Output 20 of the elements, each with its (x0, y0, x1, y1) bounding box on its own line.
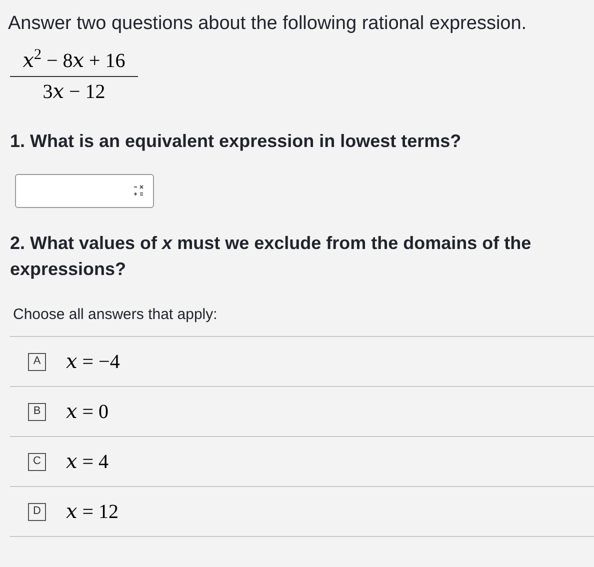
answer-choice[interactable]: B 𝑥 = 0 (10, 387, 594, 437)
numerator: 𝑥$^{2}$ − 8𝑥 + 16 (22, 48, 126, 72)
choice-text: 𝑥 = 12 (66, 500, 119, 524)
denominator: 3𝑥 − 12 (42, 80, 106, 104)
choice-letter: C (28, 452, 46, 470)
choice-text: 𝑥 = 0 (66, 400, 109, 424)
answer-choice[interactable]: D 𝑥 = 12 (10, 487, 594, 537)
choice-letter: D (28, 502, 46, 520)
answer-choice[interactable]: C 𝑥 = 4 (10, 437, 594, 487)
instruction-text: Choose all answers that apply: (12, 304, 218, 324)
prompt-text: Answer two questions about the following rational expression. (7, 12, 528, 36)
choice-letter: B (28, 402, 46, 420)
question-text: 1. What is an equivalent expression in lowest terms? (10, 130, 462, 153)
math-keypad-icon (133, 184, 145, 197)
choice-text: 𝑥 = −4 (66, 350, 120, 374)
answer-field[interactable] (15, 174, 154, 208)
choice-text: 𝑥 = 4 (66, 450, 109, 474)
question-text: 2. What values of x must we exclude from the domains of the expressions? (10, 232, 532, 281)
choice-letter: A (28, 352, 46, 370)
answer-choice[interactable]: A 𝑥 = −4 (10, 337, 594, 387)
